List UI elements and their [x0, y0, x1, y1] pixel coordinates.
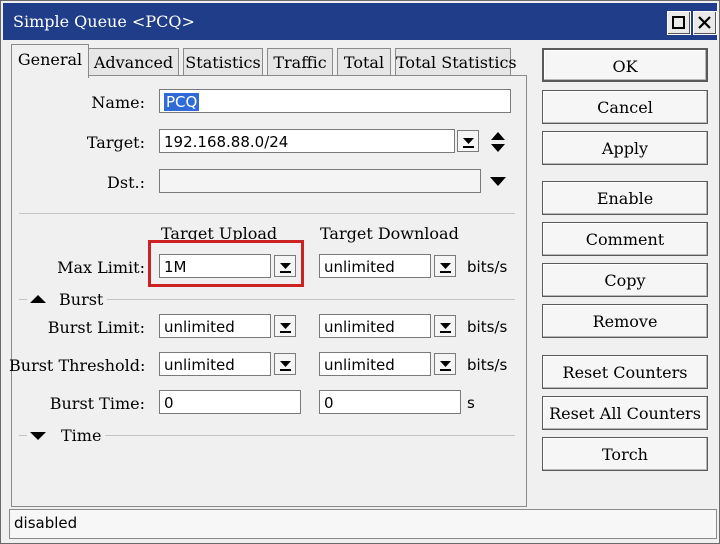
torch-button[interactable]: Torch — [542, 437, 708, 471]
burst-limit-unit: bits/s — [467, 318, 508, 336]
max-limit-unit: bits/s — [467, 258, 508, 276]
burst-limit-label: Burst Limit: — [47, 318, 145, 337]
download-column-header: Target Download — [320, 224, 459, 243]
burst-time-label: Burst Time: — [49, 394, 145, 413]
maximize-icon — [672, 16, 685, 29]
max-limit-label: Max Limit: — [57, 258, 145, 277]
dst-dropdown-icon[interactable] — [489, 176, 507, 188]
collapse-up-icon[interactable] — [29, 294, 47, 304]
window-title: Simple Queue <PCQ> — [13, 12, 195, 31]
burst-time-unit: s — [467, 394, 475, 412]
dst-label: Dst.: — [107, 173, 145, 192]
burst-time-download-field[interactable]: 0 — [319, 390, 461, 414]
burst-limit-download-dropdown[interactable] — [434, 315, 456, 337]
highlight-box — [148, 240, 304, 287]
close-icon — [698, 16, 711, 29]
separator — [19, 435, 27, 436]
dst-field[interactable] — [159, 169, 481, 193]
burst-threshold-label: Burst Threshold: — [9, 356, 146, 375]
remove-button[interactable]: Remove — [542, 304, 708, 338]
ok-button[interactable]: OK — [542, 48, 708, 82]
status-text: disabled — [14, 514, 78, 532]
reset-all-counters-button[interactable]: Reset All Counters — [542, 396, 708, 430]
status-bar: disabled — [9, 509, 717, 539]
title-bar[interactable]: Simple Queue <PCQ> — [3, 3, 717, 40]
burst-limit-upload-field[interactable]: unlimited — [159, 314, 271, 338]
burst-limit-download-field[interactable]: unlimited — [319, 314, 431, 338]
separator — [19, 213, 515, 214]
dropdown-arrow-icon — [440, 263, 451, 273]
tab-total[interactable]: Total — [337, 48, 391, 77]
separator — [105, 435, 515, 436]
target-field[interactable]: 192.168.88.0/24 — [159, 129, 455, 153]
name-label: Name: — [91, 93, 145, 112]
queue-window: Simple Queue <PCQ> General Advanced Stat… — [0, 0, 720, 544]
target-label: Target: — [86, 133, 145, 152]
tab-advanced[interactable]: Advanced — [88, 48, 179, 77]
max-limit-download-dropdown[interactable] — [434, 255, 456, 277]
separator — [19, 299, 27, 300]
expand-down-icon[interactable] — [29, 431, 47, 441]
dropdown-arrow-icon — [280, 323, 291, 333]
tab-total-statistics[interactable]: Total Statistics — [395, 48, 517, 77]
maximize-button[interactable] — [667, 11, 691, 35]
burst-group-title[interactable]: Burst — [59, 290, 103, 309]
cancel-button[interactable]: Cancel — [542, 90, 708, 124]
dropdown-arrow-icon — [463, 138, 474, 148]
name-field[interactable]: PCQ — [159, 89, 511, 113]
reset-counters-button[interactable]: Reset Counters — [542, 355, 708, 389]
dropdown-arrow-icon — [280, 361, 291, 371]
time-group-title[interactable]: Time — [61, 426, 101, 445]
dropdown-arrow-icon — [440, 361, 451, 371]
comment-button[interactable]: Comment — [542, 222, 708, 256]
enable-button[interactable]: Enable — [542, 181, 708, 215]
burst-limit-upload-dropdown[interactable] — [274, 315, 296, 337]
tab-traffic[interactable]: Traffic — [267, 48, 333, 77]
burst-threshold-upload-field[interactable]: unlimited — [159, 352, 271, 376]
tab-general[interactable]: General — [11, 44, 89, 78]
burst-threshold-download-dropdown[interactable] — [434, 353, 456, 375]
name-value: PCQ — [164, 93, 200, 111]
burst-time-upload-field[interactable]: 0 — [159, 390, 301, 414]
target-dropdown-button[interactable] — [457, 130, 479, 152]
tab-statistics[interactable]: Statistics — [183, 48, 263, 77]
max-limit-download-field[interactable]: unlimited — [319, 254, 431, 278]
target-updown-icon[interactable] — [489, 131, 507, 153]
copy-button[interactable]: Copy — [542, 263, 708, 297]
burst-threshold-download-field[interactable]: unlimited — [319, 352, 431, 376]
apply-button[interactable]: Apply — [542, 131, 708, 165]
dropdown-arrow-icon — [440, 323, 451, 333]
burst-threshold-upload-dropdown[interactable] — [274, 353, 296, 375]
separator — [107, 299, 515, 300]
close-button[interactable] — [693, 11, 717, 35]
burst-threshold-unit: bits/s — [467, 356, 508, 374]
